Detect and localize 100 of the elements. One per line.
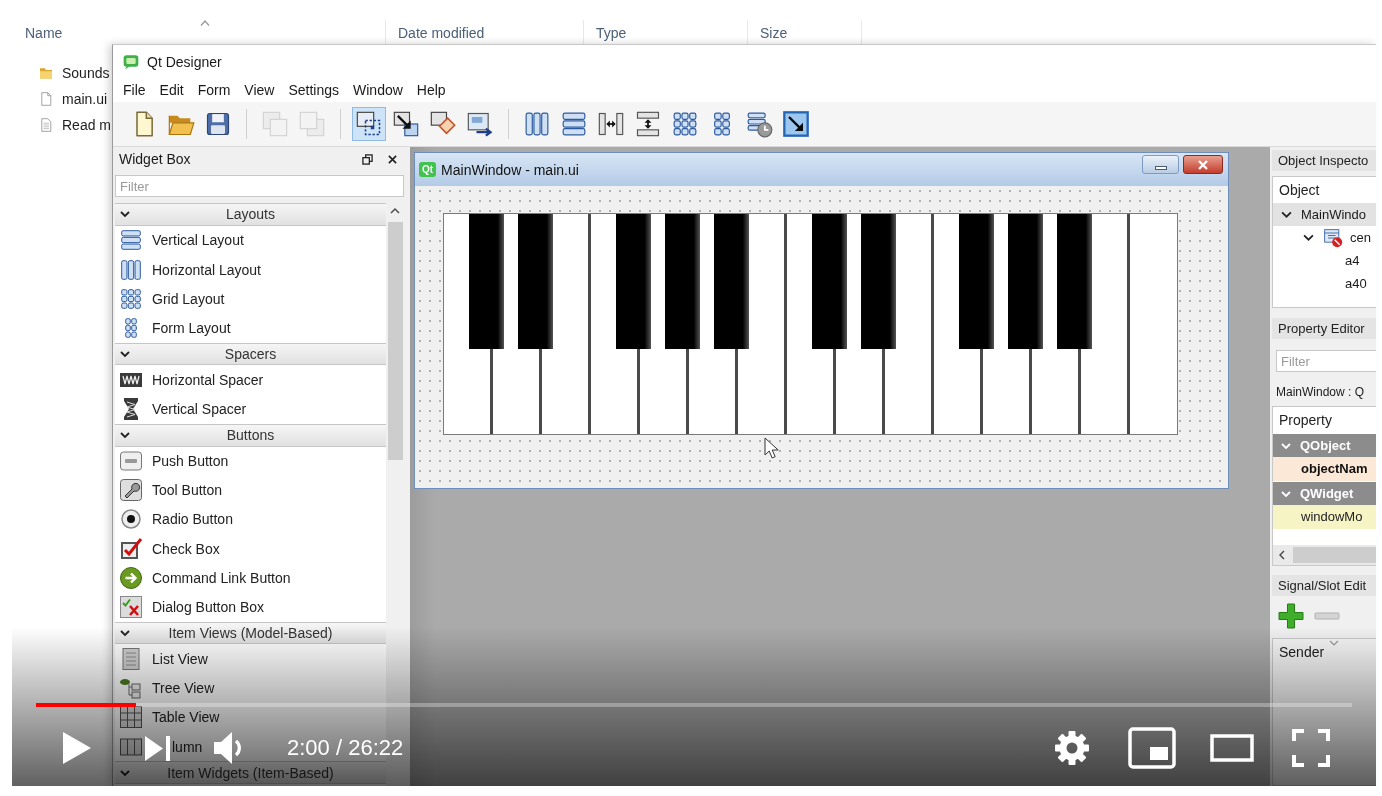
menu-item[interactable]: Settings: [281, 79, 347, 101]
widget-item[interactable]: Push Button: [152, 453, 229, 470]
menu-item[interactable]: View: [237, 79, 282, 101]
menu-item[interactable]: Form: [190, 79, 238, 101]
tree-item[interactable]: a40: [1273, 272, 1376, 295]
float-icon[interactable]: [362, 153, 373, 165]
minimize-icon: [1154, 165, 1167, 170]
property-row[interactable]: objectNam: [1273, 457, 1376, 481]
list-icon: [119, 647, 143, 672]
text-page-icon: [40, 118, 52, 132]
mouse-pointer-icon: [764, 437, 779, 459]
scrollbar[interactable]: [1273, 545, 1376, 565]
widget-item[interactable]: Horizontal Spacer: [152, 371, 264, 388]
wrench-icon: [119, 478, 143, 503]
property-row[interactable]: windowMo: [1273, 505, 1376, 529]
menu-item[interactable]: File: [116, 79, 153, 101]
panel-title: Widget Box: [119, 151, 192, 167]
add-button[interactable]: [1278, 602, 1304, 630]
play-button[interactable]: [62, 731, 92, 765]
menu-item[interactable]: Edit: [152, 79, 191, 101]
column-header[interactable]: Object: [1273, 177, 1376, 203]
column-header[interactable]: Property: [1273, 407, 1376, 433]
widget-item[interactable]: Command Link Button: [152, 569, 291, 586]
blank-page-icon: [40, 92, 52, 106]
time-display: 2:00 / 26:22: [287, 735, 404, 761]
overlapping-squares-icon: [298, 110, 326, 138]
widget-item[interactable]: Radio Button: [152, 511, 233, 528]
widget-item[interactable]: Dialog Button Box: [152, 599, 265, 616]
tree-icon: [119, 676, 143, 701]
table-icon: [119, 705, 143, 730]
theater-mode-button[interactable]: [1210, 734, 1254, 762]
widget-item[interactable]: Form Layout: [152, 319, 231, 336]
close-icon[interactable]: [388, 154, 397, 164]
next-button[interactable]: [144, 734, 171, 762]
logo: Qt: [419, 162, 437, 177]
speech-bubble-logo-icon: [123, 53, 139, 70]
miniplayer-button[interactable]: [1128, 727, 1176, 769]
category-header[interactable]: Layouts: [115, 203, 386, 226]
menu-item[interactable]: Help: [409, 79, 453, 101]
filter-field[interactable]: Filter: [115, 175, 404, 197]
widget-item[interactable]: Tool Button: [152, 482, 223, 499]
folder-icon: [40, 66, 52, 80]
explorer-row[interactable]: Sounds: [40, 60, 112, 86]
panel-title: Signal/Slot Edit: [1272, 575, 1376, 596]
menu-item[interactable]: Window: [346, 79, 410, 101]
close-icon: [1197, 159, 1209, 170]
explorer-row[interactable]: main.ui: [40, 86, 112, 112]
explorer-row[interactable]: Read m: [40, 112, 112, 138]
tree-item[interactable]: cen: [1273, 226, 1376, 249]
radio-icon: [119, 507, 143, 532]
arrow-into-box-icon: [392, 110, 420, 138]
overlapping-squares-icon: [261, 110, 289, 138]
tree-item[interactable]: MainWindo: [1273, 203, 1376, 226]
panel-title: Object Inspecto: [1272, 150, 1376, 171]
widget-item[interactable]: Check Box: [152, 540, 220, 557]
filter-field[interactable]: Filter: [1276, 350, 1376, 372]
widget-item[interactable]: Vertical Layout: [152, 232, 244, 249]
arrow-circle-icon: [119, 565, 143, 590]
checkbox-icon: [119, 536, 143, 561]
scrollbar-thumb[interactable]: [1293, 547, 1376, 563]
widget-item[interactable]: Vertical Spacer: [152, 401, 247, 418]
minus-icon: [1314, 612, 1340, 620]
widget-item[interactable]: Tree View: [152, 680, 215, 697]
fullscreen-icon: [1292, 729, 1330, 767]
scroll-left-icon[interactable]: [1279, 550, 1285, 560]
grid-icon: [119, 286, 143, 311]
miniplayer-icon: [1128, 727, 1176, 769]
tree-item[interactable]: a4: [1273, 249, 1376, 272]
sort-indicator-icon: [1329, 640, 1339, 646]
settings-button[interactable]: [1054, 730, 1090, 766]
plus-icon: [1278, 603, 1304, 629]
chevron-down-icon[interactable]: [1303, 232, 1314, 243]
window-title: Qt Designer: [147, 53, 222, 70]
rows-with-clock-icon: [745, 110, 773, 138]
category-header[interactable]: Item Views (Model-Based): [115, 621, 386, 645]
widget-item[interactable]: List View: [152, 651, 208, 668]
chevron-down-icon[interactable]: [1281, 209, 1292, 220]
horizontal-arrows-icon: [597, 110, 625, 138]
category-header[interactable]: Spacers: [115, 342, 386, 366]
widget-item[interactable]: Horizontal Layout: [152, 261, 261, 278]
wide-rectangle-icon: [1210, 734, 1254, 762]
columns-icon: [523, 110, 551, 138]
widget-item[interactable]: Grid Layout: [152, 290, 225, 307]
rows-icon: [560, 110, 588, 138]
close-button[interactable]: [1183, 155, 1223, 174]
scroll-up-icon[interactable]: [390, 208, 400, 214]
toolbar-button[interactable]: [352, 107, 386, 141]
tick-and-cross-icon: [119, 595, 143, 620]
fullscreen-button[interactable]: [1292, 729, 1330, 767]
object-class-label: MainWindow : Q: [1275, 384, 1366, 400]
minimize-button[interactable]: [1142, 155, 1179, 174]
category-header[interactable]: Buttons: [115, 423, 386, 447]
rows-icon: [119, 228, 143, 253]
widget-item[interactable]: Table View: [152, 709, 220, 726]
diagonal-arrow-icon: [782, 110, 810, 138]
columns-icon: [119, 257, 143, 282]
scrollbar-thumb[interactable]: [387, 222, 403, 460]
vertical-arrows-icon: [634, 110, 662, 138]
settings-icon: [1054, 730, 1090, 766]
widget-item[interactable]: lumn: [172, 738, 203, 755]
